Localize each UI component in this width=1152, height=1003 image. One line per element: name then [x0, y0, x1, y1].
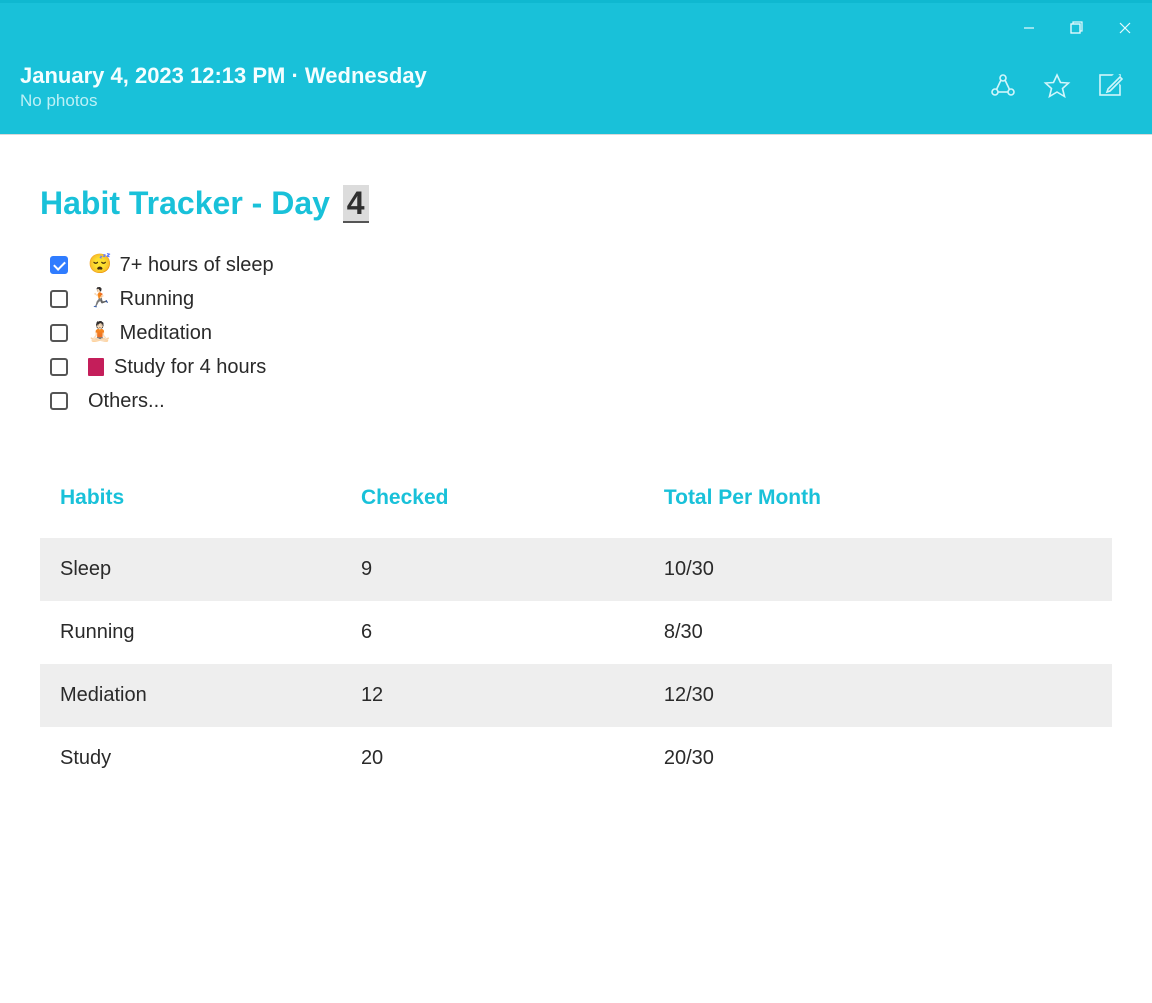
share-icon — [989, 72, 1017, 100]
cell-total: 8/30 — [644, 601, 1112, 664]
header-info: January 4, 2023 12:13 PM · Wednesday No … — [20, 63, 427, 111]
cell-habit: Mediation — [40, 664, 341, 727]
emoji-icon: 😴 — [88, 251, 112, 280]
share-button[interactable] — [988, 71, 1018, 101]
checkbox[interactable] — [50, 256, 68, 274]
favorite-button[interactable] — [1042, 71, 1072, 101]
table-row: Study2020/30 — [40, 727, 1112, 790]
cell-habit: Study — [40, 727, 341, 790]
book-icon — [88, 358, 104, 376]
cell-total: 10/30 — [644, 538, 1112, 601]
table-row: Sleep910/30 — [40, 538, 1112, 601]
checklist-text: Running — [120, 284, 195, 314]
emoji-icon: 🏃🏻 — [88, 285, 112, 314]
title-prefix: Habit Tracker - Day — [40, 185, 339, 221]
title-day-number: 4 — [343, 185, 369, 223]
cell-checked: 20 — [341, 727, 644, 790]
checklist-label: Study for 4 hours — [88, 352, 266, 382]
table-row: Mediation1212/30 — [40, 664, 1112, 727]
minimize-button[interactable] — [1006, 13, 1052, 43]
edit-button[interactable] — [1096, 71, 1126, 101]
checklist-item: Study for 4 hours — [50, 352, 1112, 382]
checkbox[interactable] — [50, 290, 68, 308]
checklist-label: 😴 7+ hours of sleep — [88, 250, 274, 280]
photos-status-label: No photos — [20, 91, 427, 111]
emoji-icon: 🧘🏻 — [88, 319, 112, 348]
cell-habit: Sleep — [40, 538, 341, 601]
app-header: January 4, 2023 12:13 PM · Wednesday No … — [0, 53, 1152, 135]
checklist-text: 7+ hours of sleep — [120, 250, 274, 280]
maximize-icon — [1070, 21, 1084, 35]
checklist-label: 🏃🏻 Running — [88, 284, 194, 314]
cell-total: 20/30 — [644, 727, 1112, 790]
edit-icon — [1097, 72, 1125, 100]
table-header-row: Habits Checked Total Per Month — [40, 476, 1112, 538]
page-title: Habit Tracker - Day 4 — [40, 185, 1112, 222]
note-body: Habit Tracker - Day 4 😴 7+ hours of sleep… — [0, 135, 1152, 790]
window-titlebar — [0, 0, 1152, 53]
cell-habit: Running — [40, 601, 341, 664]
cell-checked: 9 — [341, 538, 644, 601]
table-row: Running68/30 — [40, 601, 1112, 664]
checklist-item: 🧘🏻 Meditation — [50, 318, 1112, 348]
checklist-text: Study for 4 hours — [114, 352, 266, 382]
cell-checked: 12 — [341, 664, 644, 727]
checklist-text: Meditation — [120, 318, 212, 348]
habit-summary-table: Habits Checked Total Per Month Sleep910/… — [40, 476, 1112, 790]
checklist-item: 🏃🏻 Running — [50, 284, 1112, 314]
checklist-item: 😴 7+ hours of sleep — [50, 250, 1112, 280]
close-icon — [1119, 22, 1131, 34]
maximize-button[interactable] — [1054, 13, 1100, 43]
checkbox[interactable] — [50, 358, 68, 376]
col-checked: Checked — [341, 476, 644, 538]
habit-checklist: 😴 7+ hours of sleep 🏃🏻 Running 🧘🏻 Meditation S… — [50, 250, 1112, 416]
cell-checked: 6 — [341, 601, 644, 664]
close-button[interactable] — [1102, 13, 1148, 43]
checklist-item: Others... — [50, 386, 1112, 416]
date-time-label: January 4, 2023 12:13 PM · Wednesday — [20, 63, 427, 89]
checkbox[interactable] — [50, 392, 68, 410]
cell-total: 12/30 — [644, 664, 1112, 727]
col-habits: Habits — [40, 476, 341, 538]
checklist-label: 🧘🏻 Meditation — [88, 318, 212, 348]
star-icon — [1043, 72, 1071, 100]
checkbox[interactable] — [50, 324, 68, 342]
header-actions — [988, 63, 1132, 101]
col-total: Total Per Month — [644, 476, 1112, 538]
checklist-text: Others... — [88, 386, 165, 416]
minimize-icon — [1023, 22, 1035, 34]
checklist-label: Others... — [88, 386, 165, 416]
